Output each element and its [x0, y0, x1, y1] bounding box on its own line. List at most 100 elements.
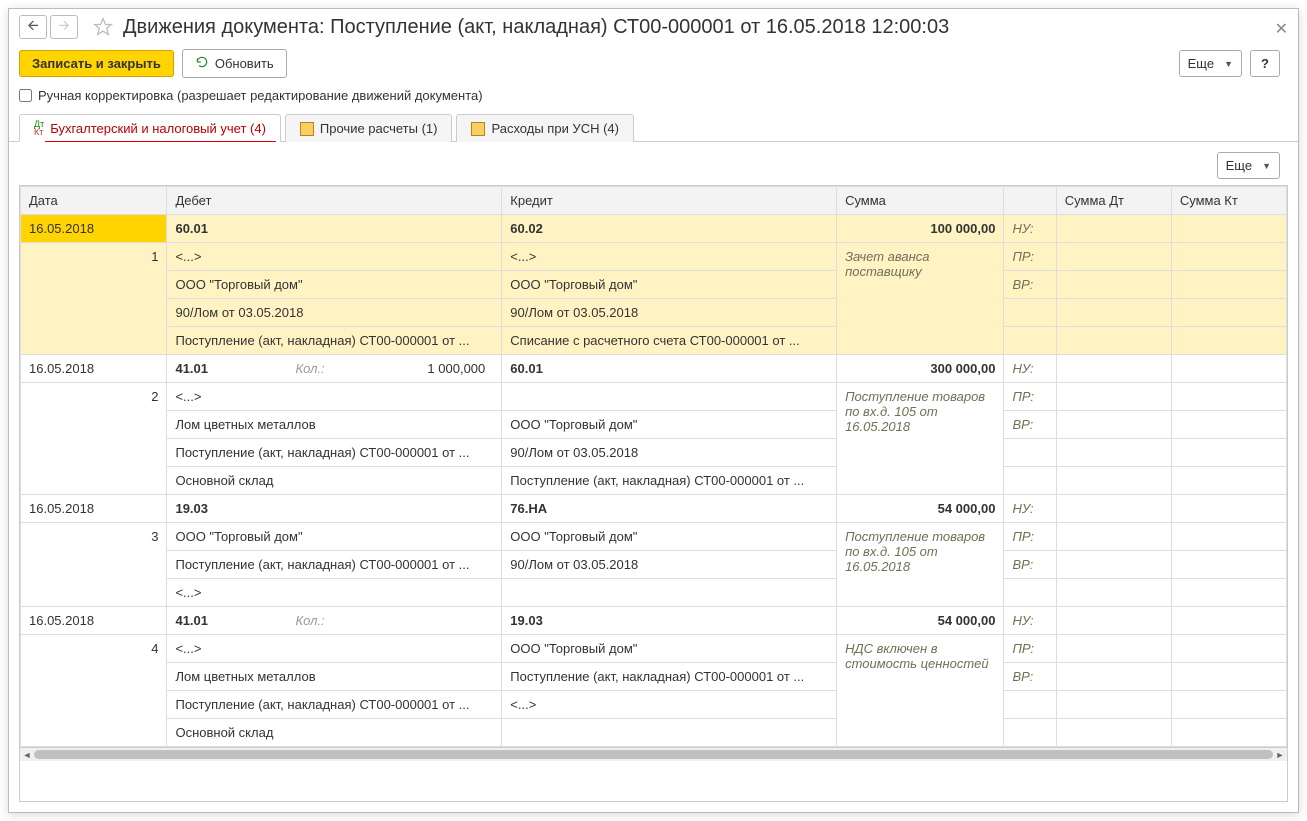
credit-analytics: <...>: [502, 243, 837, 271]
table-subrow[interactable]: 3ООО "Торговый дом"ООО "Торговый дом"Пос…: [21, 523, 1287, 551]
content-toolbar: Еще ▼: [19, 152, 1288, 179]
col-credit[interactable]: Кредит: [502, 187, 837, 215]
sumkt-cell: [1171, 523, 1286, 551]
manual-correction-checkbox[interactable]: [19, 89, 32, 102]
col-date[interactable]: Дата: [21, 187, 167, 215]
sumdt-cell: [1056, 439, 1171, 467]
tax-empty: [1004, 299, 1056, 327]
sumdt-cell: [1056, 383, 1171, 411]
sumkt-cell: [1171, 299, 1286, 327]
credit-analytics: [502, 383, 837, 411]
debit-account: 19.03: [167, 495, 502, 523]
more-button[interactable]: Еще ▼: [1179, 50, 1242, 77]
table-subrow[interactable]: 4<...>ООО "Торговый дом"НДС включен в ст…: [21, 635, 1287, 663]
tab-accounting[interactable]: ДтКт Бухгалтерский и налоговый учет (4): [19, 114, 281, 142]
window-title: Движения документа: Поступление (акт, на…: [123, 16, 1288, 39]
tab-label: Прочие расчеты (1): [320, 121, 438, 136]
tax-empty: [1004, 579, 1056, 607]
credit-analytics: ООО "Торговый дом": [502, 635, 837, 663]
table-subrow[interactable]: ООО "Торговый дом"ООО "Торговый дом"ВР:: [21, 271, 1287, 299]
scroll-left-icon[interactable]: ◄: [20, 750, 34, 760]
scroll-thumb[interactable]: [34, 750, 1273, 759]
date-cell: 16.05.2018: [21, 215, 167, 243]
tax-pr: ПР:: [1004, 243, 1056, 271]
debit-analytics: Лом цветных металлов: [167, 411, 502, 439]
grid-more-button[interactable]: Еще ▼: [1217, 152, 1280, 179]
table-row[interactable]: 16.05.201841.01Кол.:19.0354 000,00НУ:: [21, 607, 1287, 635]
help-label: ?: [1261, 56, 1269, 71]
row-number: 1: [21, 243, 167, 355]
table-subrow[interactable]: Поступление (акт, накладная) СТ00-000001…: [21, 691, 1287, 719]
debit-analytics: Поступление (акт, накладная) СТ00-000001…: [167, 327, 502, 355]
debit-analytics: ООО "Торговый дом": [167, 271, 502, 299]
sumdt-cell: [1056, 691, 1171, 719]
table-subrow[interactable]: Основной складПоступление (акт, накладна…: [21, 467, 1287, 495]
debit-analytics: <...>: [167, 635, 502, 663]
col-sumkt[interactable]: Сумма Кт: [1171, 187, 1286, 215]
date-cell: 16.05.2018: [21, 355, 167, 383]
row-number: 4: [21, 635, 167, 747]
close-icon[interactable]: ✕: [1275, 19, 1288, 39]
table-subrow[interactable]: 2<...>Поступление товаров по вх.д. 105 о…: [21, 383, 1287, 411]
nav-forward-button[interactable]: 🡪: [50, 15, 78, 39]
credit-analytics: Поступление (акт, накладная) СТ00-000001…: [502, 467, 837, 495]
header-row: Дата Дебет Кредит Сумма Сумма Дт Сумма К…: [21, 187, 1287, 215]
col-tax[interactable]: [1004, 187, 1056, 215]
horizontal-scrollbar[interactable]: ◄ ►: [20, 747, 1287, 761]
credit-analytics: ООО "Торговый дом": [502, 271, 837, 299]
credit-analytics: [502, 579, 837, 607]
table-subrow[interactable]: Поступление (акт, накладная) СТ00-000001…: [21, 551, 1287, 579]
table-subrow[interactable]: Поступление (акт, накладная) СТ00-000001…: [21, 439, 1287, 467]
table-subrow[interactable]: Поступление (акт, накладная) СТ00-000001…: [21, 327, 1287, 355]
credit-analytics: 90/Лом от 03.05.2018: [502, 551, 837, 579]
sum-note: Зачет аванса поставщику: [837, 243, 1004, 355]
sumdt-cell: [1056, 467, 1171, 495]
refresh-button[interactable]: Обновить: [182, 49, 287, 78]
scroll-right-icon[interactable]: ►: [1273, 750, 1287, 760]
sumdt-cell: [1056, 719, 1171, 747]
debit-analytics: Основной склад: [167, 467, 502, 495]
col-sumdt[interactable]: Сумма Дт: [1056, 187, 1171, 215]
nav-back-button[interactable]: 🡨: [19, 15, 47, 39]
sum-cell: 54 000,00: [837, 607, 1004, 635]
table-row[interactable]: 16.05.201819.0376.НА54 000,00НУ:: [21, 495, 1287, 523]
tab-usn-expenses[interactable]: Расходы при УСН (4): [456, 114, 634, 142]
titlebar: 🡨 🡪 Движения документа: Поступление (акт…: [9, 9, 1298, 45]
tab-other-settlements[interactable]: Прочие расчеты (1): [285, 114, 453, 142]
save-and-close-button[interactable]: Записать и закрыть: [19, 50, 174, 77]
debit-analytics: Поступление (акт, накладная) СТ00-000001…: [167, 691, 502, 719]
sumdt-cell: [1056, 579, 1171, 607]
credit-account: 76.НА: [502, 495, 837, 523]
col-debit[interactable]: Дебет: [167, 187, 502, 215]
doc-icon: [300, 122, 314, 136]
table-subrow[interactable]: <...>: [21, 579, 1287, 607]
date-cell: 16.05.2018: [21, 495, 167, 523]
sumkt-cell: [1171, 719, 1286, 747]
table-subrow[interactable]: Основной склад: [21, 719, 1287, 747]
table-subrow[interactable]: 90/Лом от 03.05.201890/Лом от 03.05.2018: [21, 299, 1287, 327]
accounting-grid[interactable]: Дата Дебет Кредит Сумма Сумма Дт Сумма К…: [20, 186, 1287, 747]
grid-more-label: Еще: [1226, 158, 1252, 173]
save-and-close-label: Записать и закрыть: [32, 56, 161, 71]
table-subrow[interactable]: Лом цветных металловПоступление (акт, на…: [21, 663, 1287, 691]
favorite-star-icon[interactable]: [91, 15, 115, 39]
table-subrow[interactable]: Лом цветных металловООО "Торговый дом"ВР…: [21, 411, 1287, 439]
sumkt-cell: [1171, 467, 1286, 495]
tab-label: Расходы при УСН (4): [491, 121, 619, 136]
sumkt-cell: [1171, 551, 1286, 579]
sumdt-cell: [1056, 215, 1171, 243]
sum-cell: 100 000,00: [837, 215, 1004, 243]
table-subrow[interactable]: 1<...><...>Зачет аванса поставщикуПР:: [21, 243, 1287, 271]
help-button[interactable]: ?: [1250, 50, 1280, 77]
table-row[interactable]: 16.05.201841.01Кол.:1 000,00060.01300 00…: [21, 355, 1287, 383]
col-sum[interactable]: Сумма: [837, 187, 1004, 215]
tax-vr: ВР:: [1004, 551, 1056, 579]
sumdt-cell: [1056, 495, 1171, 523]
sumkt-cell: [1171, 439, 1286, 467]
credit-analytics: Поступление (акт, накладная) СТ00-000001…: [502, 663, 837, 691]
dtkt-icon: ДтКт: [34, 120, 44, 136]
debit-analytics: 90/Лом от 03.05.2018: [167, 299, 502, 327]
debit-analytics: Основной склад: [167, 719, 502, 747]
table-row[interactable]: 16.05.201860.0160.02100 000,00НУ:: [21, 215, 1287, 243]
sumkt-cell: [1171, 411, 1286, 439]
